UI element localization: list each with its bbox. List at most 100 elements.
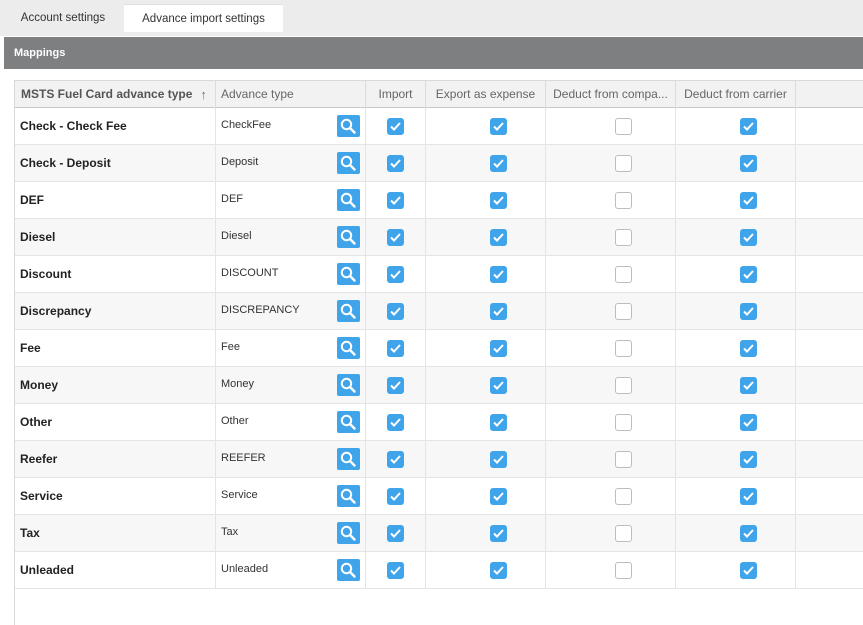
- column-header-export-as-expense[interactable]: Export as expense: [426, 81, 546, 108]
- advance-type-lookup-button[interactable]: [337, 374, 360, 396]
- deduct-from-carrier-checkbox[interactable]: [740, 266, 757, 283]
- export-as-expense-checkbox-cell: [426, 256, 546, 292]
- deduct-from-carrier-checkbox[interactable]: [740, 377, 757, 394]
- import-checkbox[interactable]: [387, 229, 404, 246]
- import-checkbox[interactable]: [387, 488, 404, 505]
- advance-type-lookup-button[interactable]: [337, 189, 360, 211]
- advance-type-lookup-button[interactable]: [337, 559, 360, 581]
- deduct-from-company-checkbox[interactable]: [615, 414, 632, 431]
- msts-advance-type-name: Check - Deposit: [20, 156, 111, 170]
- column-header-import[interactable]: Import: [366, 81, 426, 108]
- deduct-from-carrier-checkbox-cell: [676, 145, 796, 181]
- table-row[interactable]: Discount DISCOUNT: [15, 256, 863, 293]
- advance-type-lookup-button[interactable]: [337, 522, 360, 544]
- export-as-expense-checkbox[interactable]: [490, 451, 507, 468]
- table-row[interactable]: Fee Fee: [15, 330, 863, 367]
- column-header-deduct-from-company[interactable]: Deduct from compa...: [546, 81, 676, 108]
- advance-type-lookup-button[interactable]: [337, 485, 360, 507]
- advance-type-name-cell: Discrepancy: [15, 293, 216, 329]
- deduct-from-carrier-checkbox[interactable]: [740, 192, 757, 209]
- checkmark-icon: [743, 307, 754, 316]
- table-row[interactable]: Reefer REEFER: [15, 441, 863, 478]
- deduct-from-carrier-checkbox[interactable]: [740, 451, 757, 468]
- table-row[interactable]: Check - Check Fee CheckFee: [15, 108, 863, 145]
- checkmark-icon: [390, 418, 401, 427]
- tab-bar: Account settings Advance import settings: [0, 0, 863, 36]
- deduct-from-company-checkbox[interactable]: [615, 488, 632, 505]
- deduct-from-company-checkbox[interactable]: [615, 229, 632, 246]
- import-checkbox[interactable]: [387, 192, 404, 209]
- export-as-expense-checkbox[interactable]: [490, 229, 507, 246]
- deduct-from-company-checkbox[interactable]: [615, 118, 632, 135]
- advance-type-name-cell: Money: [15, 367, 216, 403]
- advance-type-lookup-button[interactable]: [337, 411, 360, 433]
- deduct-from-carrier-checkbox[interactable]: [740, 488, 757, 505]
- table-row[interactable]: Diesel Diesel: [15, 219, 863, 256]
- deduct-from-carrier-checkbox[interactable]: [740, 562, 757, 579]
- import-checkbox[interactable]: [387, 118, 404, 135]
- column-header-msts-advance-type[interactable]: MSTS Fuel Card advance type ↑: [15, 81, 216, 108]
- advance-type-lookup-button[interactable]: [337, 115, 360, 137]
- deduct-from-company-checkbox[interactable]: [615, 451, 632, 468]
- sort-arrow-up-icon[interactable]: ↑: [200, 81, 207, 108]
- tab-account-settings[interactable]: Account settings: [8, 4, 118, 32]
- deduct-from-carrier-checkbox[interactable]: [740, 118, 757, 135]
- deduct-from-company-checkbox[interactable]: [615, 303, 632, 320]
- export-as-expense-checkbox[interactable]: [490, 340, 507, 357]
- export-as-expense-checkbox[interactable]: [490, 155, 507, 172]
- export-as-expense-checkbox[interactable]: [490, 266, 507, 283]
- import-checkbox[interactable]: [387, 562, 404, 579]
- table-row[interactable]: Tax Tax: [15, 515, 863, 552]
- table-row[interactable]: Money Money: [15, 367, 863, 404]
- search-icon: [340, 340, 356, 356]
- advance-type-lookup-button[interactable]: [337, 226, 360, 248]
- export-as-expense-checkbox[interactable]: [490, 488, 507, 505]
- import-checkbox[interactable]: [387, 451, 404, 468]
- advance-type-lookup-button[interactable]: [337, 337, 360, 359]
- column-header-advance-type[interactable]: Advance type: [216, 81, 366, 108]
- export-as-expense-checkbox[interactable]: [490, 303, 507, 320]
- table-row[interactable]: DEF DEF: [15, 182, 863, 219]
- tab-advance-import-settings[interactable]: Advance import settings: [124, 4, 283, 32]
- deduct-from-carrier-checkbox[interactable]: [740, 340, 757, 357]
- import-checkbox[interactable]: [387, 303, 404, 320]
- advance-type-lookup-button[interactable]: [337, 152, 360, 174]
- deduct-from-carrier-checkbox[interactable]: [740, 303, 757, 320]
- table-row[interactable]: Other Other: [15, 404, 863, 441]
- deduct-from-carrier-checkbox[interactable]: [740, 414, 757, 431]
- export-as-expense-checkbox[interactable]: [490, 525, 507, 542]
- advance-type-lookup-button[interactable]: [337, 448, 360, 470]
- column-header-deduct-from-carrier[interactable]: Deduct from carrier: [676, 81, 796, 108]
- deduct-from-company-checkbox[interactable]: [615, 155, 632, 172]
- deduct-from-company-checkbox[interactable]: [615, 266, 632, 283]
- advance-type-cell: Tax: [216, 515, 366, 551]
- advance-type-lookup-button[interactable]: [337, 263, 360, 285]
- export-as-expense-checkbox[interactable]: [490, 377, 507, 394]
- checkmark-icon: [493, 196, 504, 205]
- table-row[interactable]: Check - Deposit Deposit: [15, 145, 863, 182]
- export-as-expense-checkbox[interactable]: [490, 562, 507, 579]
- deduct-from-carrier-checkbox[interactable]: [740, 155, 757, 172]
- deduct-from-carrier-checkbox[interactable]: [740, 229, 757, 246]
- import-checkbox[interactable]: [387, 525, 404, 542]
- checkmark-icon: [743, 270, 754, 279]
- table-row[interactable]: Unleaded Unleaded: [15, 552, 863, 589]
- export-as-expense-checkbox[interactable]: [490, 414, 507, 431]
- table-row[interactable]: Service Service: [15, 478, 863, 515]
- deduct-from-carrier-checkbox[interactable]: [740, 525, 757, 542]
- table-row[interactable]: Discrepancy DISCREPANCY: [15, 293, 863, 330]
- import-checkbox[interactable]: [387, 377, 404, 394]
- filler-cell: [796, 145, 863, 181]
- import-checkbox[interactable]: [387, 414, 404, 431]
- deduct-from-company-checkbox[interactable]: [615, 525, 632, 542]
- import-checkbox[interactable]: [387, 155, 404, 172]
- export-as-expense-checkbox[interactable]: [490, 192, 507, 209]
- deduct-from-company-checkbox[interactable]: [615, 192, 632, 209]
- deduct-from-company-checkbox[interactable]: [615, 340, 632, 357]
- deduct-from-company-checkbox[interactable]: [615, 377, 632, 394]
- deduct-from-company-checkbox[interactable]: [615, 562, 632, 579]
- import-checkbox[interactable]: [387, 340, 404, 357]
- advance-type-lookup-button[interactable]: [337, 300, 360, 322]
- export-as-expense-checkbox[interactable]: [490, 118, 507, 135]
- import-checkbox[interactable]: [387, 266, 404, 283]
